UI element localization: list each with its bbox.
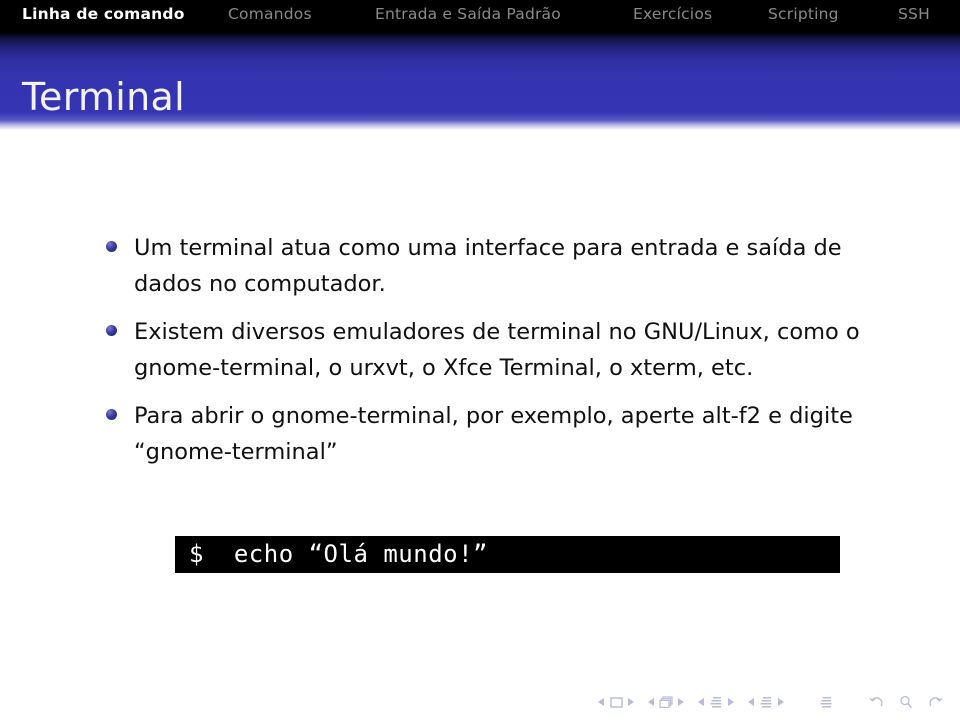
terminal-command-text: $ echo “Olá mundo!” bbox=[189, 540, 488, 568]
bullet-dot-icon bbox=[106, 409, 117, 420]
search-icon[interactable] bbox=[898, 695, 914, 709]
slide-icon[interactable] bbox=[608, 695, 624, 709]
next-section-icon[interactable] bbox=[778, 698, 784, 706]
forward-icon[interactable] bbox=[928, 695, 944, 709]
list-item: Para abrir o gnome-terminal, por exemplo… bbox=[104, 398, 904, 470]
nav-item-scripting[interactable]: Scripting bbox=[768, 4, 839, 24]
page-title: Terminal bbox=[22, 75, 185, 119]
list-item-label: Um terminal atua como uma interface para… bbox=[134, 235, 842, 297]
nav-item-ssh[interactable]: SSH bbox=[898, 4, 930, 24]
slide-content: Um terminal atua como uma interface para… bbox=[0, 130, 960, 690]
bullet-list: Um terminal atua como uma interface para… bbox=[104, 230, 904, 482]
next-subsection-icon[interactable] bbox=[728, 698, 734, 706]
subsection-icon[interactable] bbox=[708, 695, 724, 709]
previous-section-icon[interactable] bbox=[748, 698, 754, 706]
list-item: Existem diversos emuladores de terminal … bbox=[104, 314, 904, 386]
list-item-label: Para abrir o gnome-terminal, por exemplo… bbox=[134, 403, 853, 465]
document-icon[interactable] bbox=[818, 695, 834, 709]
previous-frame-icon[interactable] bbox=[648, 698, 654, 706]
nav-item-exercicios[interactable]: Exercícios bbox=[633, 4, 712, 24]
terminal-code-block: $ echo “Olá mundo!” bbox=[175, 536, 840, 573]
slide-title-band: Terminal bbox=[0, 32, 960, 130]
previous-subsection-icon[interactable] bbox=[698, 698, 704, 706]
next-slide-icon[interactable] bbox=[628, 698, 634, 706]
frame-icon[interactable] bbox=[658, 695, 674, 709]
list-item: Um terminal atua como uma interface para… bbox=[104, 230, 904, 302]
bullet-dot-icon bbox=[106, 325, 117, 336]
nav-item-linha-de-comando[interactable]: Linha de comando bbox=[22, 4, 185, 24]
section-navigation-group bbox=[748, 695, 784, 709]
subsection-navigation-group bbox=[698, 695, 734, 709]
list-item-label: Existem diversos emuladores de terminal … bbox=[134, 319, 860, 381]
nav-item-comandos[interactable]: Comandos bbox=[228, 4, 312, 24]
section-navigation-bar: Linha de comando Comandos Entrada e Saíd… bbox=[0, 0, 960, 32]
bullet-dot-icon bbox=[106, 241, 117, 252]
beamer-navigation-symbols bbox=[598, 692, 944, 712]
frame-navigation-group bbox=[648, 695, 684, 709]
nav-item-entrada-e-saida-padrao[interactable]: Entrada e Saída Padrão bbox=[375, 4, 561, 24]
section-icon[interactable] bbox=[758, 695, 774, 709]
back-icon[interactable] bbox=[868, 695, 884, 709]
slide-navigation-group bbox=[598, 695, 634, 709]
next-frame-icon[interactable] bbox=[678, 698, 684, 706]
previous-slide-icon[interactable] bbox=[598, 698, 604, 706]
